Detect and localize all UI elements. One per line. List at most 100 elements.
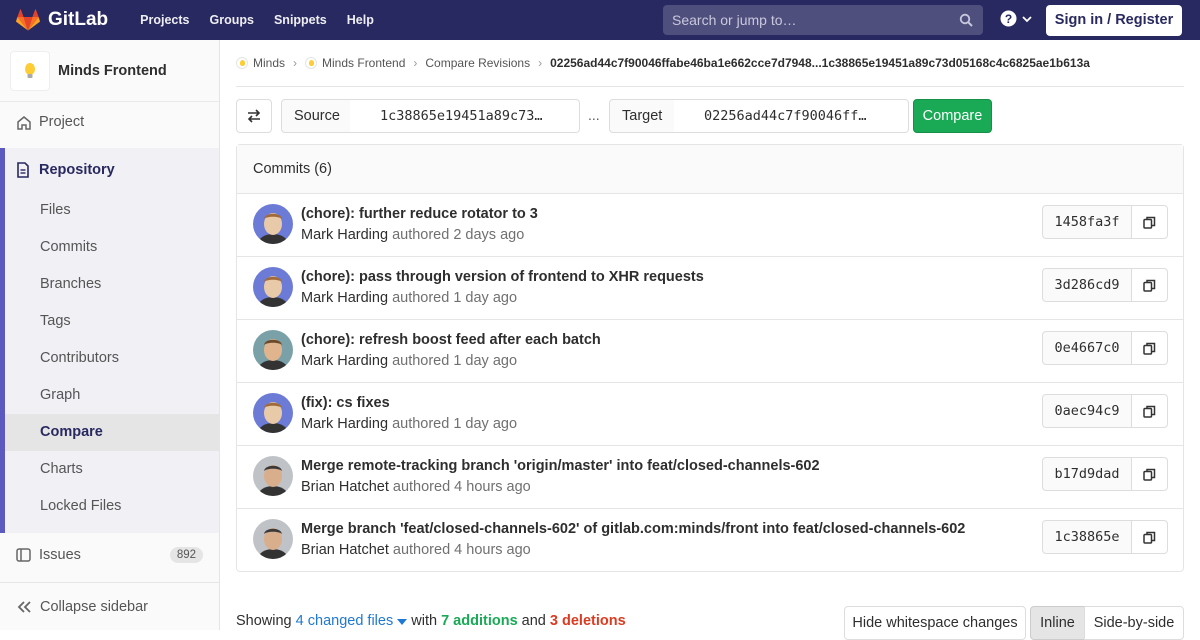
inline-view-button[interactable]: Inline (1030, 606, 1085, 640)
sidebar-item-contributors[interactable]: Contributors (5, 340, 219, 377)
author-avatar[interactable] (253, 456, 293, 496)
commit-row: (chore): further reduce rotator to 3 Mark… (237, 194, 1183, 257)
commit-title[interactable]: (chore): refresh boost feed after each b… (301, 332, 601, 348)
source-revision-input[interactable]: 1c38865e19451a89c73… (350, 99, 580, 133)
collapse-sidebar-button[interactable]: Collapse sidebar (0, 582, 219, 630)
commit-meta: Mark Harding authored 2 days ago (301, 227, 524, 243)
gitlab-logo[interactable]: GitLab (16, 9, 108, 31)
sidebar-item-graph[interactable]: Graph (5, 377, 219, 414)
question-circle-icon: ? (1000, 10, 1017, 27)
commit-sha-button[interactable]: 0e4667c0 (1042, 331, 1132, 365)
commit-title[interactable]: Merge remote-tracking branch 'origin/mas… (301, 458, 820, 474)
sidebar-item-charts[interactable]: Charts (5, 451, 219, 488)
sidebar-item-files[interactable]: Files (5, 192, 219, 229)
changed-files-label: 4 changed files (295, 613, 394, 629)
home-icon (16, 115, 32, 130)
nav-projects[interactable]: Projects (130, 13, 199, 27)
sidebar-item-branches[interactable]: Branches (5, 266, 219, 303)
commit-author[interactable]: Mark Harding (301, 353, 388, 369)
breadcrumb-group[interactable]: Minds (253, 56, 285, 70)
nav-snippets[interactable]: Snippets (264, 13, 337, 27)
sign-in-button[interactable]: Sign in / Register (1046, 5, 1182, 36)
copy-sha-button[interactable] (1131, 394, 1168, 428)
double-chevron-left-icon (17, 600, 31, 613)
commit-time: authored 2 days ago (392, 227, 525, 243)
commit-sha-button[interactable]: b17d9dad (1042, 457, 1132, 491)
changed-files-dropdown[interactable]: 4 changed files (296, 613, 408, 629)
issues-icon (16, 548, 32, 562)
commit-title[interactable]: Merge branch 'feat/closed-channels-602' … (301, 521, 965, 537)
copy-sha-button[interactable] (1131, 205, 1168, 239)
commit-author[interactable]: Mark Harding (301, 416, 388, 432)
sidebar-item-project[interactable]: Project (0, 103, 219, 141)
gitlab-tanuki-icon (16, 9, 40, 31)
breadcrumb-section[interactable]: Compare Revisions (425, 56, 530, 70)
hide-whitespace-button[interactable]: Hide whitespace changes (844, 606, 1026, 640)
sidebar-project-header[interactable]: Minds Frontend (0, 40, 219, 102)
copy-icon (1143, 279, 1156, 292)
commit-sha-button[interactable]: 1c38865e (1042, 520, 1132, 554)
copy-sha-button[interactable] (1131, 520, 1168, 554)
sidebar-item-commits[interactable]: Commits (5, 229, 219, 266)
search-input[interactable]: Search or jump to… (663, 5, 983, 35)
sidebar-item-label: Project (39, 114, 85, 130)
swap-arrows-icon (247, 109, 261, 123)
commit-sha-button[interactable]: 0aec94c9 (1042, 394, 1132, 428)
sidebar-item-compare[interactable]: Compare (5, 414, 219, 451)
author-avatar[interactable] (253, 267, 293, 307)
deletions-count: 3 deletions (549, 613, 626, 629)
author-avatar[interactable] (253, 330, 293, 370)
nav-help[interactable]: Help (337, 13, 384, 27)
help-dropdown[interactable]: ? (1000, 10, 1033, 27)
swap-revisions-button[interactable] (236, 99, 272, 133)
sidebar-repository-section: Repository Files Commits Branches Tags C… (0, 148, 219, 533)
breadcrumb-current[interactable]: 02256ad44c7f90046ffabe46ba1e662cce7d7948… (550, 56, 1090, 70)
commit-author[interactable]: Mark Harding (301, 227, 388, 243)
project-avatar (10, 50, 50, 91)
commit-title[interactable]: (fix): cs fixes (301, 395, 390, 411)
lightbulb-icon (25, 62, 35, 78)
commit-sha-button[interactable]: 1458fa3f (1042, 205, 1132, 239)
commit-author[interactable]: Mark Harding (301, 290, 388, 306)
copy-icon (1143, 216, 1156, 229)
commit-title[interactable]: (chore): pass through version of fronten… (301, 269, 704, 285)
search-placeholder: Search or jump to… (672, 12, 797, 28)
chevron-right-icon: › (293, 56, 298, 70)
author-avatar[interactable] (253, 519, 293, 559)
project-avatar-icon (305, 57, 318, 69)
copy-icon (1143, 405, 1156, 418)
commit-title[interactable]: (chore): further reduce rotator to 3 (301, 206, 538, 222)
copy-icon (1143, 342, 1156, 355)
breadcrumb-project[interactable]: Minds Frontend (322, 56, 405, 70)
sidebar-item-issues[interactable]: Issues 892 (0, 533, 219, 577)
sidebar-item-repository[interactable]: Repository (5, 148, 219, 192)
sidebar: Minds Frontend Project Repository Files … (0, 40, 220, 630)
copy-icon (1143, 531, 1156, 544)
author-avatar[interactable] (253, 393, 293, 433)
author-avatar[interactable] (253, 204, 293, 244)
chevron-right-icon: › (538, 56, 543, 70)
sidebar-item-tags[interactable]: Tags (5, 303, 219, 340)
copy-sha-button[interactable] (1131, 268, 1168, 302)
copy-sha-button[interactable] (1131, 331, 1168, 365)
commit-row: (chore): pass through version of fronten… (237, 257, 1183, 320)
compare-button[interactable]: Compare (913, 99, 992, 133)
commit-author[interactable]: Brian Hatchet (301, 479, 389, 495)
chevron-down-icon (1022, 15, 1032, 22)
document-icon (16, 162, 32, 178)
commit-author[interactable]: Brian Hatchet (301, 542, 389, 558)
sidebar-item-locked-files[interactable]: Locked Files (5, 488, 219, 525)
target-revision-input[interactable]: 02256ad44c7f90046ff… (674, 99, 909, 133)
copy-sha-button[interactable] (1131, 457, 1168, 491)
top-nav: Projects Groups Snippets Help (130, 13, 384, 27)
brand-name: GitLab (48, 9, 109, 30)
svg-text:?: ? (1005, 12, 1012, 26)
issues-count-badge: 892 (169, 547, 203, 563)
nav-groups[interactable]: Groups (200, 13, 264, 27)
side-by-side-view-button[interactable]: Side-by-side (1084, 606, 1184, 640)
sidebar-item-label: Issues (39, 547, 81, 563)
commits-header: Commits (6) (237, 145, 1183, 194)
commit-sha-button[interactable]: 3d286cd9 (1042, 268, 1132, 302)
summary-showing: Showing (236, 613, 292, 629)
commits-list: Commits (6) (chore): further reduce rota… (236, 144, 1184, 572)
